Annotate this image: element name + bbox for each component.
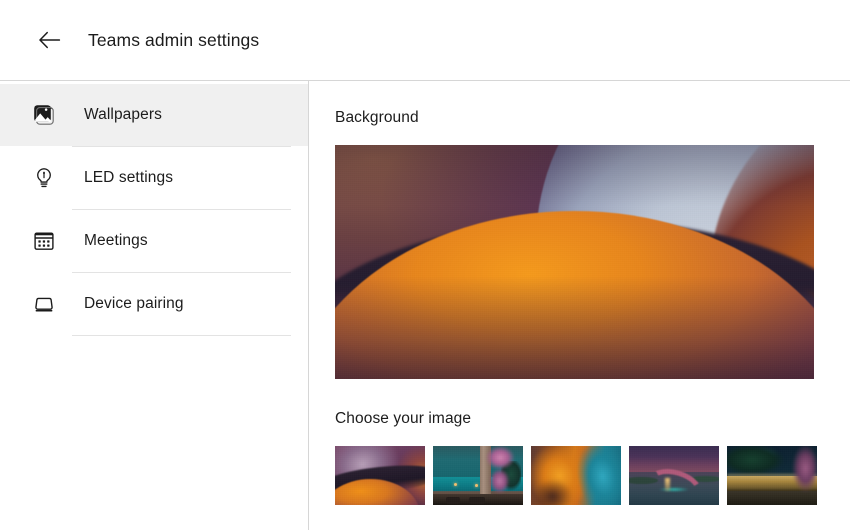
background-preview[interactable]: [335, 145, 814, 379]
wallpapers-panel: Background Choose your image: [309, 81, 850, 530]
sidebar-item-led-settings[interactable]: LED settings: [0, 147, 308, 209]
sidebar-item-label: Wallpapers: [84, 106, 162, 123]
wallpaper-thumbnail-2[interactable]: [433, 446, 523, 505]
sidebar-item-label: Device pairing: [84, 295, 184, 312]
wallpaper-thumbnail-1[interactable]: [335, 446, 425, 505]
background-preview-artwork: [335, 145, 814, 379]
monitor-icon: [26, 293, 62, 315]
teams-admin-settings-window: Teams admin settings Wallpapers LED sett…: [0, 0, 850, 530]
choose-image-section-title: Choose your image: [335, 410, 472, 427]
thumbnail-artwork: [629, 446, 719, 505]
thumbnail-artwork: [433, 446, 523, 505]
sidebar-item-device-pairing[interactable]: Device pairing: [0, 273, 308, 335]
arrow-left-icon: [37, 27, 63, 53]
sidebar-item-label: Meetings: [84, 232, 148, 249]
wallpaper-thumbnail-5[interactable]: [727, 446, 817, 505]
wallpaper-thumbnail-3[interactable]: [531, 446, 621, 505]
sidebar-item-label: LED settings: [84, 169, 174, 186]
app-body: Wallpapers LED settings Meetings Device …: [0, 81, 850, 530]
thumbnail-artwork: [531, 446, 621, 505]
settings-sidebar: Wallpapers LED settings Meetings Device …: [0, 81, 309, 530]
thumbnail-artwork: [727, 446, 817, 505]
wallpaper-thumbnail-list: [335, 446, 817, 505]
back-button[interactable]: [30, 20, 70, 60]
sidebar-divider: [72, 335, 291, 336]
sidebar-item-wallpapers[interactable]: Wallpapers: [0, 84, 308, 146]
image-icon: [26, 104, 62, 126]
wallpaper-thumbnail-4[interactable]: [629, 446, 719, 505]
thumbnail-artwork: [335, 446, 425, 505]
sidebar-item-meetings[interactable]: Meetings: [0, 210, 308, 272]
background-section-title: Background: [335, 109, 419, 126]
app-header: Teams admin settings: [0, 0, 850, 81]
calendar-icon: [26, 230, 62, 252]
page-title: Teams admin settings: [88, 29, 260, 50]
lightbulb-icon: [26, 167, 62, 189]
